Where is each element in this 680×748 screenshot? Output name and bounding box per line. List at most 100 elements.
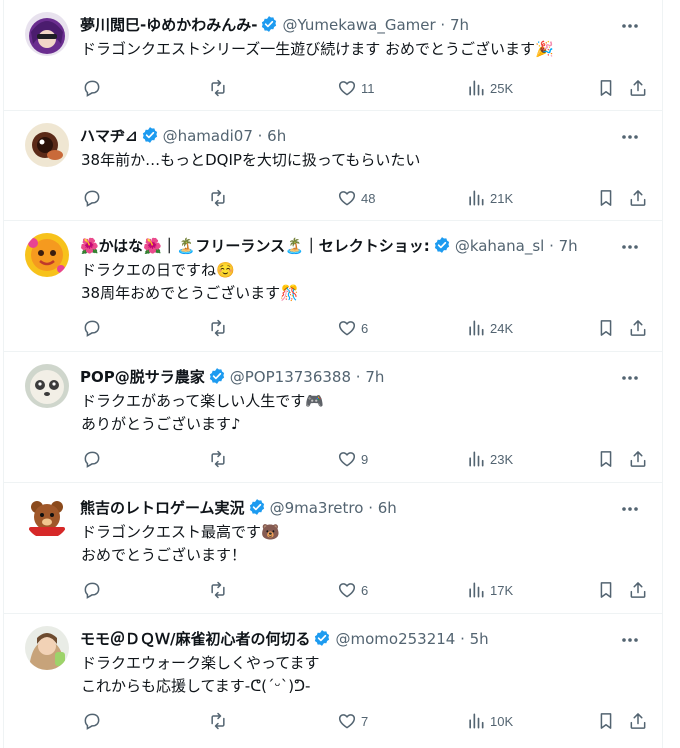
repost-button[interactable] (208, 316, 232, 340)
display-name[interactable]: POP@脱サラ農家 (80, 368, 205, 386)
bookmark-icon (596, 580, 616, 600)
tweet-card[interactable]: POP@脱サラ農家 @POP13736388 · 7h ドラクエがあって楽しい人生… (4, 352, 662, 483)
verified-badge-icon (141, 126, 159, 147)
tweet-card[interactable]: 夢川閲巳-ゆめかわみんみ- @Yumekawa_Gamer · 7h ドラゴンクエ… (4, 0, 662, 111)
timestamp[interactable]: 6h (378, 499, 397, 517)
reply-button[interactable] (82, 186, 106, 210)
display-name[interactable]: 夢川閲巳-ゆめかわみんみ- (80, 16, 257, 34)
like-button[interactable]: 6 (337, 316, 368, 340)
repost-button[interactable] (208, 186, 232, 210)
like-count: 6 (361, 582, 369, 598)
more-icon[interactable] (620, 18, 640, 32)
views-button[interactable]: 10K (466, 709, 513, 733)
bookmark-button[interactable] (596, 447, 616, 471)
user-handle[interactable]: @hamadi07 (163, 127, 253, 145)
share-button[interactable] (628, 709, 648, 733)
timestamp[interactable]: 5h (470, 630, 489, 648)
user-handle[interactable]: @Yumekawa_Gamer (282, 16, 435, 34)
like-button[interactable]: 9 (337, 447, 368, 471)
display-name[interactable]: 🌺かはな🌺｜🏝️フリーランス🏝️｜セレクトショッ: (80, 237, 430, 255)
avatar[interactable] (25, 364, 69, 408)
timestamp[interactable]: 7h (559, 237, 578, 255)
avatar[interactable] (25, 626, 69, 670)
like-count: 6 (361, 320, 369, 336)
reply-button[interactable] (82, 76, 106, 100)
reply-button[interactable] (82, 316, 106, 340)
views-count: 23K (490, 451, 514, 467)
repost-icon (208, 580, 228, 600)
tweet-card[interactable]: モモ＠ＤＱＷ/麻雀初心者の何切る @momo253214 · 5h ドラクエウォー… (4, 614, 662, 748)
views-button[interactable]: 25K (466, 76, 513, 100)
views-button[interactable]: 24K (466, 316, 513, 340)
tweet-card[interactable]: 🌺かはな🌺｜🏝️フリーランス🏝️｜セレクトショッ: @kahana_sl · 7h… (4, 221, 662, 352)
bookmark-button[interactable] (596, 578, 616, 602)
reply-button[interactable] (82, 447, 106, 471)
share-button[interactable] (628, 76, 648, 100)
repost-button[interactable] (208, 447, 232, 471)
reply-icon (82, 711, 102, 731)
like-button[interactable]: 11 (337, 76, 375, 100)
repost-button[interactable] (208, 709, 232, 733)
tweet-header: 🌺かはな🌺｜🏝️フリーランス🏝️｜セレクトショッ: @kahana_sl · 7h (80, 235, 606, 257)
bookmark-button[interactable] (596, 76, 616, 100)
repost-icon (208, 188, 228, 208)
bookmark-button[interactable] (596, 316, 616, 340)
share-button[interactable] (628, 578, 648, 602)
like-icon (337, 78, 357, 98)
separator-dot: · (252, 127, 268, 145)
avatar[interactable] (25, 495, 69, 539)
share-button[interactable] (628, 186, 648, 210)
like-button[interactable]: 6 (337, 578, 368, 602)
tweet-text-line: ドラゴンクエストシリーズ一生遊び続けます おめでとうございます🎉 (81, 40, 554, 58)
tweet-text: ドラクエウォーク楽しくやってます これからも応援してます-ᕦ(ˊᵕˋ)ᕤ- (81, 652, 632, 698)
display-name[interactable]: モモ＠ＤＱＷ/麻雀初心者の何切る (80, 630, 310, 648)
user-handle[interactable]: @POP13736388 (230, 368, 351, 386)
like-button[interactable]: 7 (337, 709, 368, 733)
tweet-card[interactable]: 熊吉のレトロゲーム実況 @9ma3retro · 6h ドラゴンクエスト最高です🐻… (4, 483, 662, 614)
reply-button[interactable] (82, 578, 106, 602)
timestamp[interactable]: 7h (450, 16, 469, 34)
bookmark-button[interactable] (596, 709, 616, 733)
views-count: 24K (490, 320, 514, 336)
user-handle[interactable]: @momo253214 (335, 630, 455, 648)
share-button[interactable] (628, 447, 648, 471)
timestamp[interactable]: 6h (267, 127, 286, 145)
avatar[interactable] (25, 123, 69, 167)
share-button[interactable] (628, 316, 648, 340)
more-icon[interactable] (620, 501, 640, 515)
share-icon (628, 188, 648, 208)
avatar[interactable] (25, 233, 69, 277)
more-icon[interactable] (620, 632, 640, 646)
views-button[interactable]: 21K (466, 186, 513, 210)
tweet-actions: 48 21K (76, 186, 646, 210)
share-icon (628, 78, 648, 98)
tweet-actions: 7 10K (76, 709, 646, 733)
repost-button[interactable] (208, 578, 232, 602)
display-name[interactable]: 熊吉のレトロゲーム実況 (80, 499, 245, 517)
bookmark-icon (596, 78, 616, 98)
like-button[interactable]: 48 (337, 186, 375, 210)
views-icon (466, 580, 486, 600)
more-icon[interactable] (620, 370, 640, 384)
more-icon[interactable] (620, 239, 640, 253)
timestamp[interactable]: 7h (365, 368, 384, 386)
views-button[interactable]: 17K (466, 578, 513, 602)
tweet-actions: 6 17K (76, 578, 646, 602)
repost-icon (208, 78, 228, 98)
like-count: 7 (361, 713, 369, 729)
repost-button[interactable] (208, 76, 232, 100)
bookmark-button[interactable] (596, 186, 616, 210)
user-handle[interactable]: @kahana_sl (455, 237, 545, 255)
share-icon (628, 711, 648, 731)
views-count: 21K (490, 190, 514, 206)
separator-dot: · (455, 630, 470, 648)
user-handle[interactable]: @9ma3retro (270, 499, 364, 517)
like-icon (337, 580, 357, 600)
views-button[interactable]: 23K (466, 447, 513, 471)
tweet-text: ドラゴンクエストシリーズ一生遊び続けます おめでとうございます🎉 (81, 38, 632, 61)
more-icon[interactable] (620, 129, 640, 143)
display-name[interactable]: ハマヂ⊿ (80, 127, 138, 145)
avatar[interactable] (25, 12, 69, 56)
reply-button[interactable] (82, 709, 106, 733)
tweet-card[interactable]: ハマヂ⊿ @hamadi07 · 6h 38年前か…もっとDQIPを大切に扱っても… (4, 111, 662, 221)
